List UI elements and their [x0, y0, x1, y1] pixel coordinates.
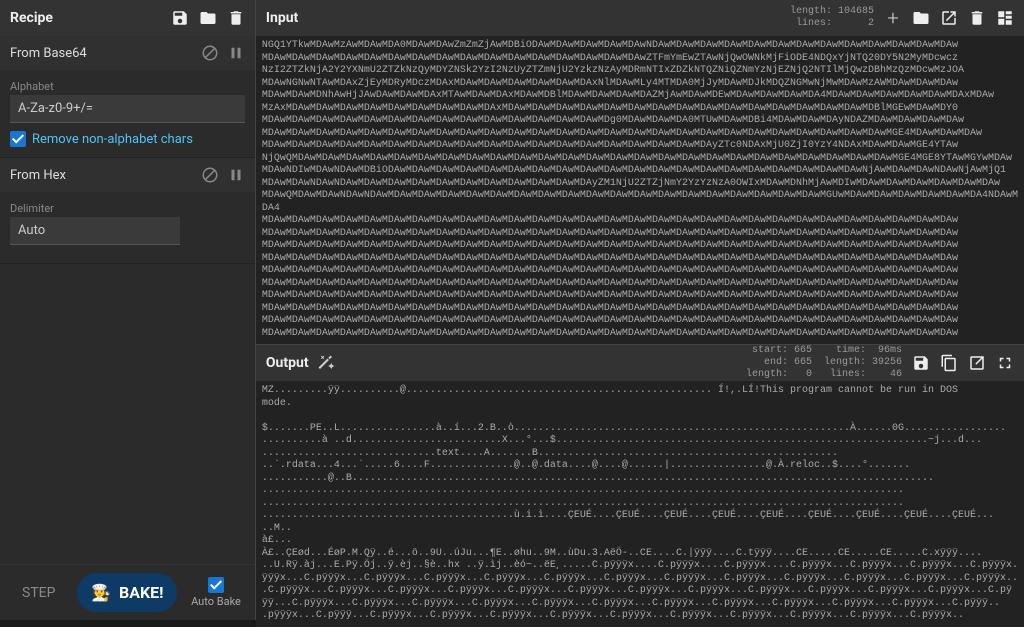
auto-bake-checkbox[interactable] — [208, 577, 224, 593]
copy-output-icon[interactable] — [940, 354, 958, 372]
operation-from-base64: From Base64 Alphabet A-Za-z0-9+/= Remove… — [0, 36, 255, 158]
input-stats: length: 104685 lines: 2 — [790, 6, 874, 30]
open-file-icon[interactable] — [940, 9, 958, 27]
save-recipe-icon[interactable] — [171, 9, 189, 27]
output-stats: start: 665 time: 96ms end: 665 length: 3… — [746, 345, 902, 381]
maximize-output-icon[interactable] — [996, 354, 1014, 372]
breakpoint-icon[interactable] — [227, 44, 245, 62]
delimiter-input[interactable]: Auto — [10, 217, 180, 245]
reset-layout-icon[interactable] — [996, 9, 1014, 27]
recipe-header: Recipe — [0, 0, 255, 36]
auto-bake-toggle[interactable]: Auto Bake — [185, 577, 247, 608]
operation-title: From Hex — [10, 168, 66, 183]
replace-input-icon[interactable] — [968, 354, 986, 372]
alphabet-input[interactable]: A-Za-z0-9+/= — [10, 95, 245, 123]
remove-nonalpha-checkbox[interactable] — [10, 131, 26, 147]
output-title: Output — [266, 355, 309, 371]
alphabet-label: Alphabet — [10, 80, 245, 93]
add-input-icon[interactable]: + — [884, 9, 902, 27]
breakpoint-icon[interactable] — [227, 166, 245, 184]
output-header: Output start: 665 time: 96ms end: 665 le… — [256, 345, 1024, 381]
save-output-icon[interactable] — [912, 354, 930, 372]
operation-from-hex: From Hex Delimiter Auto — [0, 158, 255, 264]
disable-op-icon[interactable] — [201, 44, 219, 62]
bake-label: BAKE! — [119, 583, 163, 602]
clear-recipe-icon[interactable] — [227, 9, 245, 27]
chef-icon: 🧑‍🍳 — [91, 583, 111, 602]
recipe-title: Recipe — [10, 10, 53, 26]
bake-button[interactable]: 🧑‍🍳 BAKE! — [77, 573, 177, 612]
input-text[interactable]: NGQ1YTkwMDAwMzAwMDAwMDA0MDAwMDAwZmZmZjAw… — [256, 36, 1024, 344]
auto-bake-label: Auto Bake — [191, 595, 241, 608]
clear-input-icon[interactable] — [968, 9, 986, 27]
input-header: Input length: 104685 lines: 2 + — [256, 0, 1024, 36]
remove-nonalpha-label[interactable]: Remove non-alphabet chars — [32, 132, 193, 147]
output-text[interactable]: MZ.........ÿÿ..........@................… — [256, 381, 1024, 627]
delimiter-label: Delimiter — [10, 202, 245, 215]
step-button[interactable]: STEP — [8, 577, 69, 609]
load-recipe-icon[interactable] — [199, 9, 217, 27]
operation-title: From Base64 — [10, 46, 87, 61]
magic-icon[interactable] — [317, 354, 335, 372]
recipe-operations[interactable]: From Base64 Alphabet A-Za-z0-9+/= Remove… — [0, 36, 255, 564]
disable-op-icon[interactable] — [201, 166, 219, 184]
open-folder-icon[interactable] — [912, 9, 930, 27]
input-title: Input — [266, 10, 298, 26]
